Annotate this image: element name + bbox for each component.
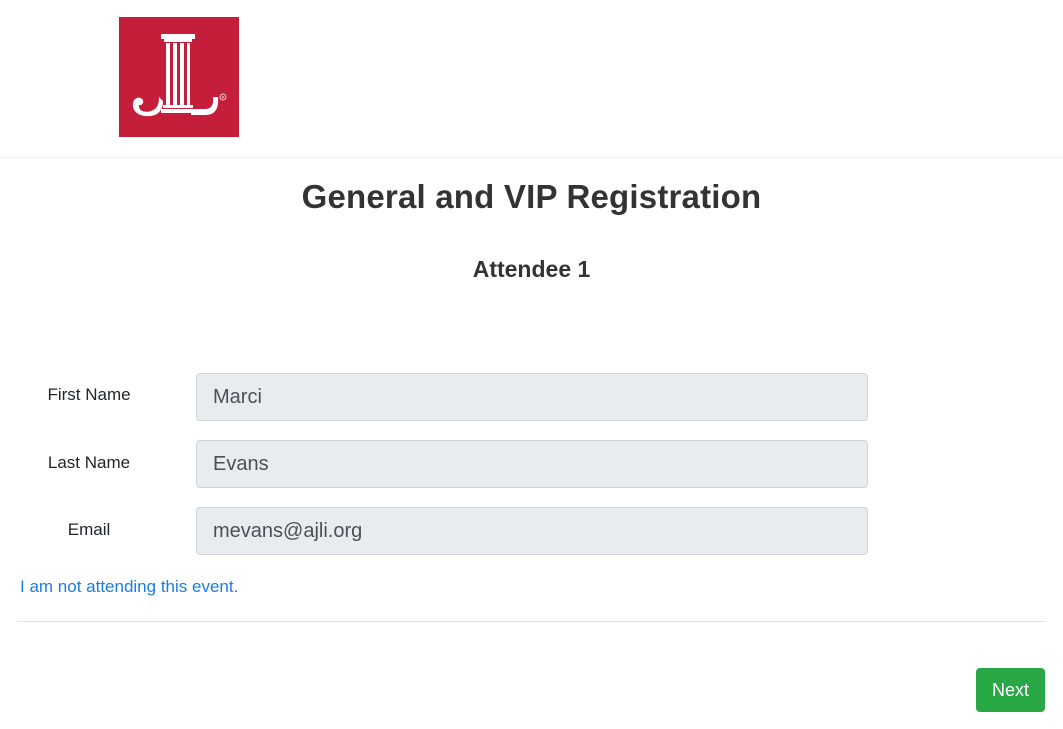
email-label: Email (67, 520, 111, 539)
last-name-field[interactable] (196, 440, 868, 488)
not-attending-link[interactable]: I am not attending this event. (20, 577, 238, 597)
divider (17, 621, 1046, 622)
jl-logo-icon: R (119, 17, 239, 137)
next-button[interactable]: Next (976, 668, 1045, 712)
last-name-label: Last Name (47, 453, 131, 472)
page-header: R (0, 0, 1063, 158)
email-field[interactable] (196, 507, 868, 555)
first-name-field[interactable] (196, 373, 868, 421)
page-title: General and VIP Registration (301, 178, 762, 215)
svg-text:R: R (222, 95, 225, 100)
attendee-subtitle: Attendee 1 (472, 256, 591, 282)
first-name-label: First Name (47, 385, 131, 404)
